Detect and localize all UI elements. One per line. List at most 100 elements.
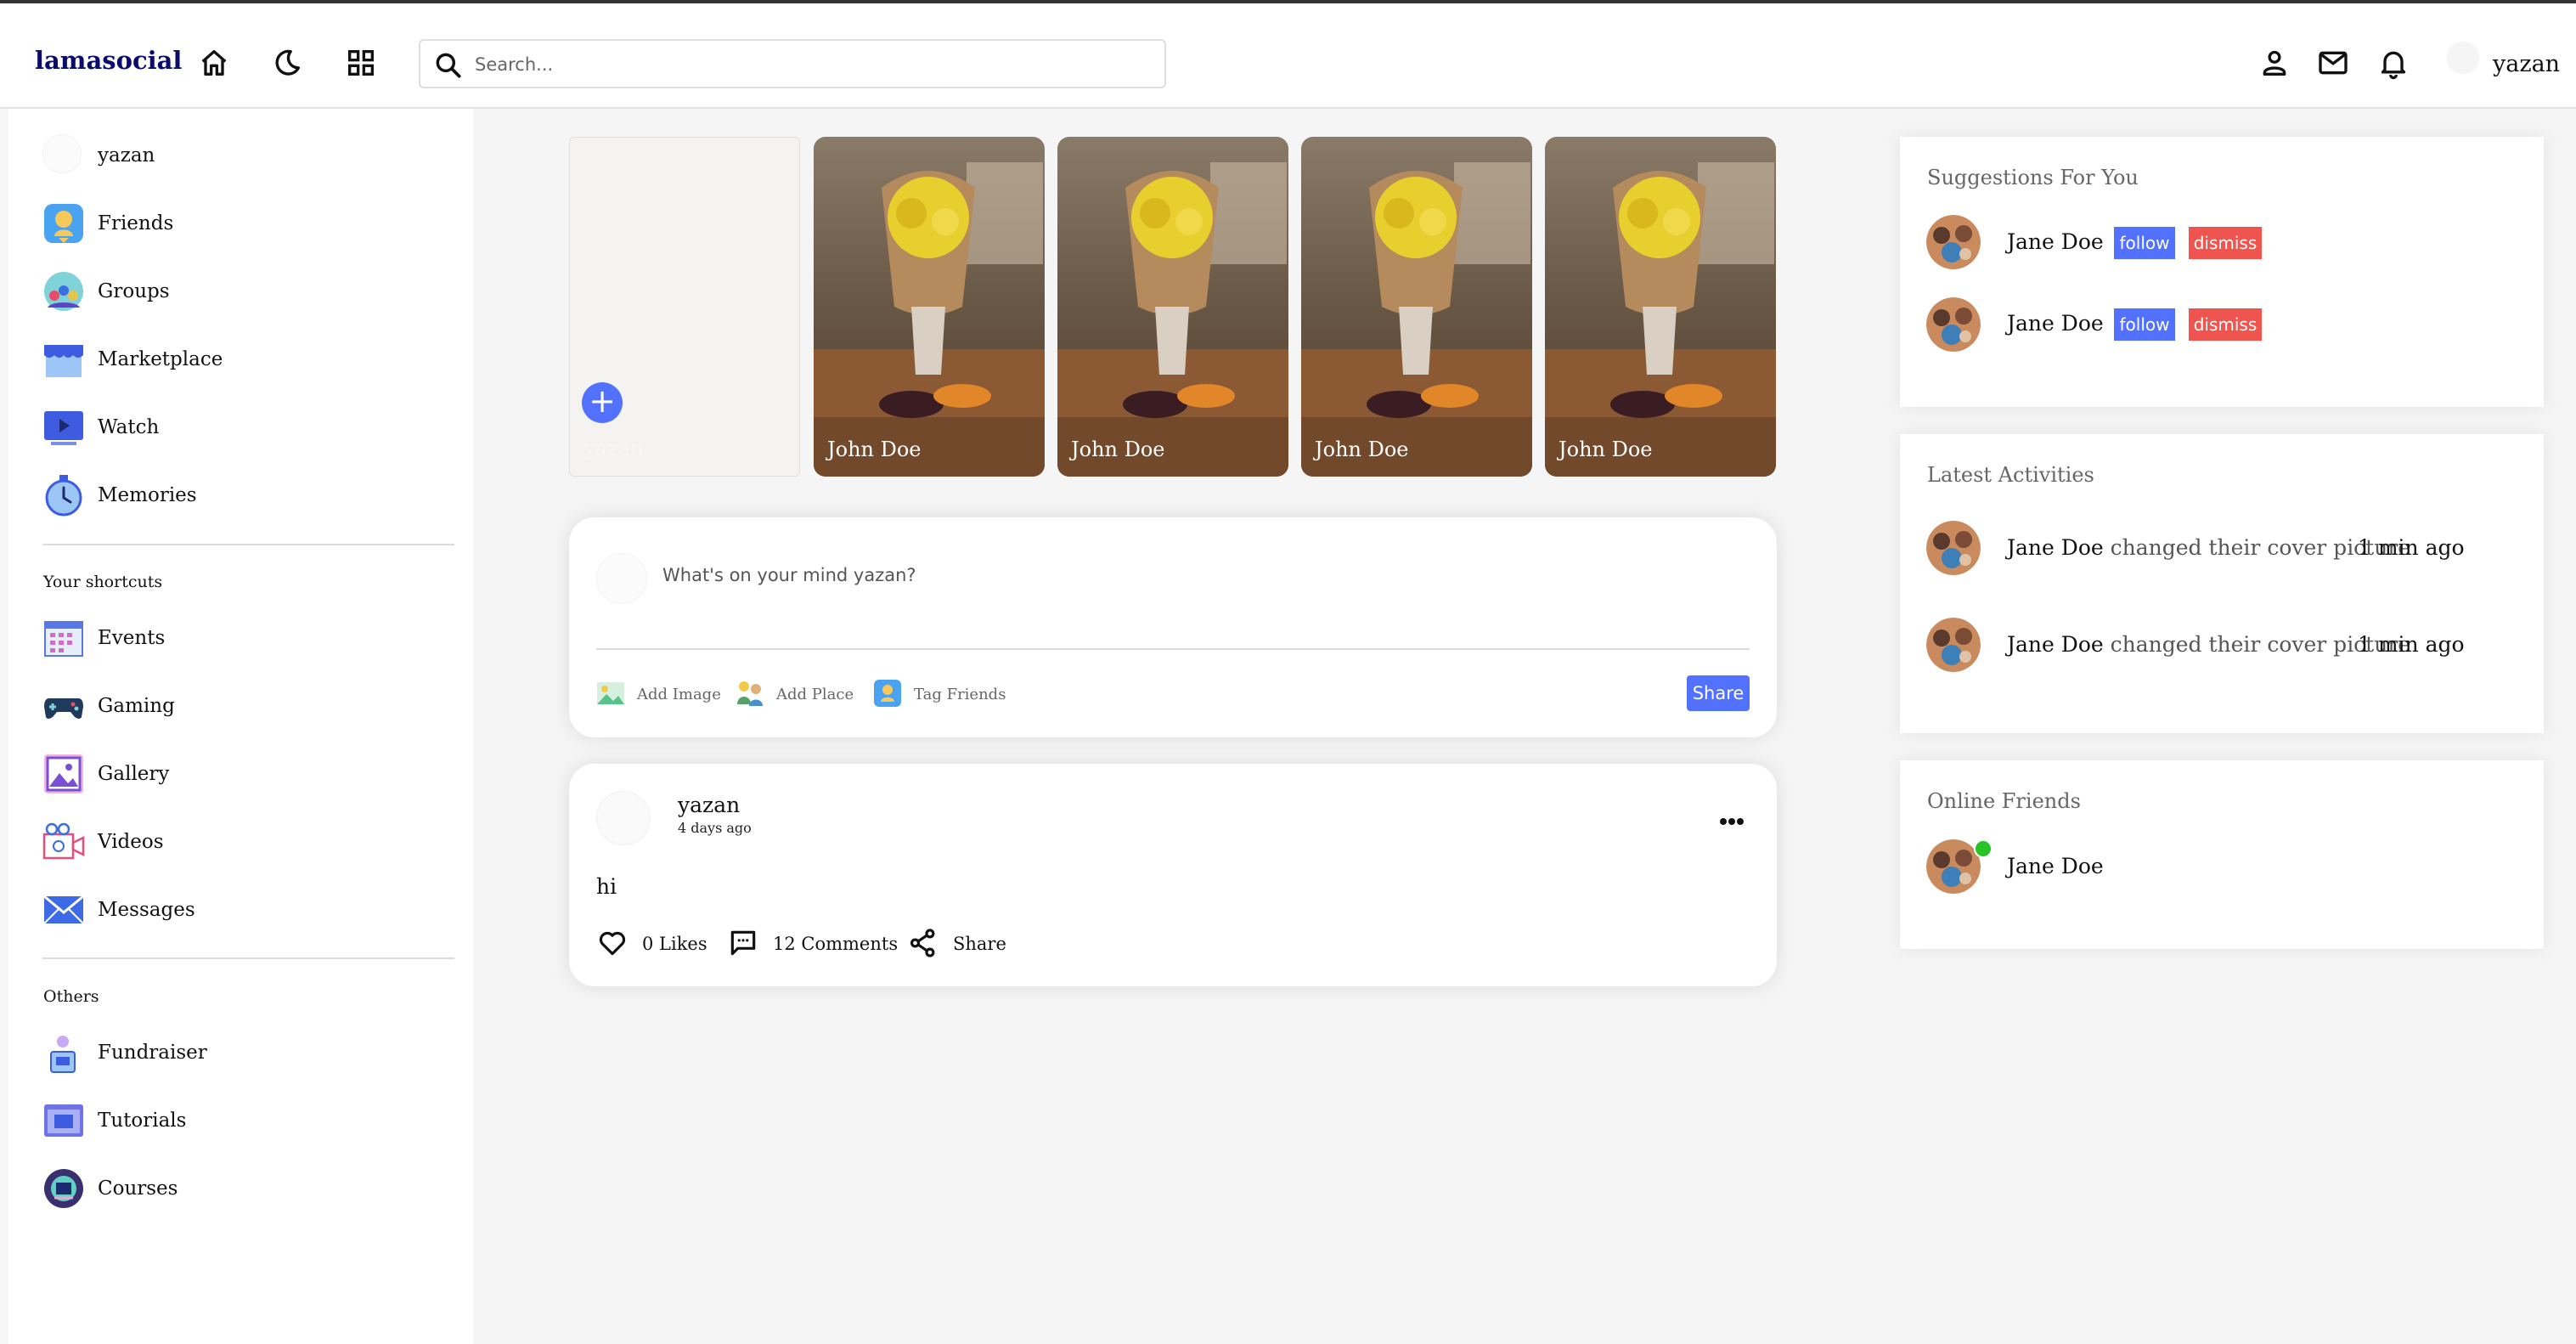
share-composer: Add Image Add Place Tag Friends Share <box>569 517 1777 737</box>
sidebar-item-friends[interactable]: Friends <box>42 202 450 246</box>
sidebar-item-groups[interactable]: Groups <box>42 270 450 314</box>
online-status-indicator <box>1974 839 1993 858</box>
apps-grid-icon[interactable] <box>344 46 378 80</box>
sidebar-item-videos[interactable]: Videos <box>42 821 450 865</box>
story-name: John Doe <box>827 438 922 461</box>
user-avatar[interactable] <box>2446 41 2480 75</box>
home-icon[interactable] <box>197 46 231 80</box>
others-heading: Others <box>43 987 99 1006</box>
sidebar-item-marketplace[interactable]: Marketplace <box>42 338 450 382</box>
sidebar-item-memories[interactable]: Memories <box>42 474 450 518</box>
share-button[interactable]: Share <box>1687 675 1750 711</box>
suggestion-avatar[interactable] <box>1926 215 1981 269</box>
post-timestamp: 4 days ago <box>678 820 752 836</box>
activity-time: 1 min ago <box>2358 535 2465 560</box>
events-icon <box>42 617 85 659</box>
heart-icon <box>596 927 628 959</box>
activity-item: Jane Doe changed their cover picture <box>2007 632 2410 657</box>
story-photo <box>814 137 1045 477</box>
gallery-icon <box>42 753 85 795</box>
groups-icon <box>42 270 85 313</box>
story-own[interactable]: + yazan <box>569 137 800 477</box>
follow-button[interactable]: follow <box>2114 227 2175 259</box>
more-options-icon[interactable] <box>1719 813 1745 825</box>
online-friend-name[interactable]: Jane Doe <box>2007 854 2104 878</box>
add-story-button[interactable]: + <box>582 382 623 423</box>
sidebar-item-tutorials[interactable]: Tutorials <box>42 1099 450 1144</box>
activities-title: Latest Activities <box>1927 463 2094 487</box>
likes-count: 0 Likes <box>642 934 707 954</box>
memories-icon <box>42 474 85 517</box>
person-icon[interactable] <box>2258 46 2291 80</box>
tag-friends-icon <box>873 679 902 708</box>
watch-icon <box>42 406 85 449</box>
post-content: hi <box>596 874 617 899</box>
story-card[interactable]: John Doe <box>1301 137 1532 477</box>
story-name: John Doe <box>1559 438 1653 461</box>
tag-friends-option[interactable]: Tag Friends <box>873 679 1006 709</box>
online-friends-title: Online Friends <box>1927 789 2081 813</box>
story-name: John Doe <box>1315 438 1409 461</box>
comments-count: 12 Comments <box>773 934 899 954</box>
activity-time: 1 min ago <box>2358 632 2465 657</box>
post-input[interactable] <box>662 565 1512 585</box>
story-card[interactable]: John Doe <box>1545 137 1776 477</box>
sidebar-divider <box>42 957 454 959</box>
sidebar-item-gallery[interactable]: Gallery <box>42 753 450 797</box>
comments-button[interactable]: 12 Comments <box>727 925 898 959</box>
sidebar-item-events[interactable]: Events <box>42 617 450 661</box>
suggestions-title: Suggestions For You <box>1927 166 2139 189</box>
activity-user[interactable]: Jane Doe <box>2007 632 2104 657</box>
mail-icon[interactable] <box>2316 46 2350 80</box>
gaming-icon <box>42 685 85 727</box>
place-icon <box>736 679 764 708</box>
activity-avatar[interactable] <box>1926 521 1981 575</box>
dismiss-button[interactable]: dismiss <box>2189 227 2262 259</box>
sidebar-divider <box>42 544 454 545</box>
sidebar-user-avatar <box>42 134 82 173</box>
composer-avatar <box>596 553 647 604</box>
dark-mode-icon[interactable] <box>270 46 304 80</box>
sidebar-item-courses[interactable]: Courses <box>42 1167 450 1211</box>
sidebar-user[interactable]: yazan <box>42 134 450 178</box>
composer-divider <box>596 648 1750 650</box>
story-name: yazan <box>583 437 644 460</box>
online-friend-avatar[interactable] <box>1926 839 1981 894</box>
add-place-option[interactable]: Add Place <box>736 679 854 709</box>
story-card[interactable]: John Doe <box>814 137 1045 477</box>
activity-user[interactable]: Jane Doe <box>2007 535 2104 560</box>
suggestion-name[interactable]: Jane Doe <box>2007 229 2104 254</box>
image-icon <box>596 679 625 708</box>
courses-icon <box>42 1167 85 1210</box>
search-input[interactable] <box>475 46 1146 83</box>
dismiss-button[interactable]: dismiss <box>2189 308 2262 341</box>
story-photo <box>1301 137 1532 477</box>
sidebar-item-fundraiser[interactable]: Fundraiser <box>42 1031 450 1076</box>
search-icon <box>432 49 465 82</box>
follow-button[interactable]: follow <box>2114 308 2175 341</box>
post-author[interactable]: yazan <box>678 793 740 817</box>
add-image-option[interactable]: Add Image <box>596 679 721 709</box>
suggestion-name[interactable]: Jane Doe <box>2007 311 2104 336</box>
like-button[interactable]: 0 Likes <box>596 925 715 959</box>
story-name: John Doe <box>1071 438 1165 461</box>
suggestions-card: Suggestions For You <box>1900 137 2544 407</box>
activity-avatar[interactable] <box>1926 618 1981 672</box>
activity-item: Jane Doe changed their cover picture <box>2007 535 2410 560</box>
suggestion-avatar[interactable] <box>1926 297 1981 352</box>
top-navbar: lamasocial yazan <box>0 0 2576 109</box>
sidebar-item-gaming[interactable]: Gaming <box>42 685 450 729</box>
activities-card: Latest Activities <box>1900 434 2544 733</box>
sidebar-item-messages[interactable]: Messages <box>42 889 450 933</box>
post-share-button[interactable]: Share <box>907 925 1017 959</box>
notification-bell-icon[interactable] <box>2376 46 2410 80</box>
post-author-avatar[interactable] <box>596 791 651 845</box>
left-sidebar: yazan Friends Groups Marketplace Watch M… <box>0 109 474 1344</box>
marketplace-icon <box>42 338 85 381</box>
online-friends-card: Online Friends <box>1900 760 2544 949</box>
nav-username[interactable]: yazan <box>2493 51 2560 77</box>
app-logo[interactable]: lamasocial <box>35 46 182 75</box>
story-card[interactable]: John Doe <box>1057 137 1288 477</box>
shortcuts-heading: Your shortcuts <box>43 573 163 591</box>
sidebar-item-watch[interactable]: Watch <box>42 406 450 450</box>
